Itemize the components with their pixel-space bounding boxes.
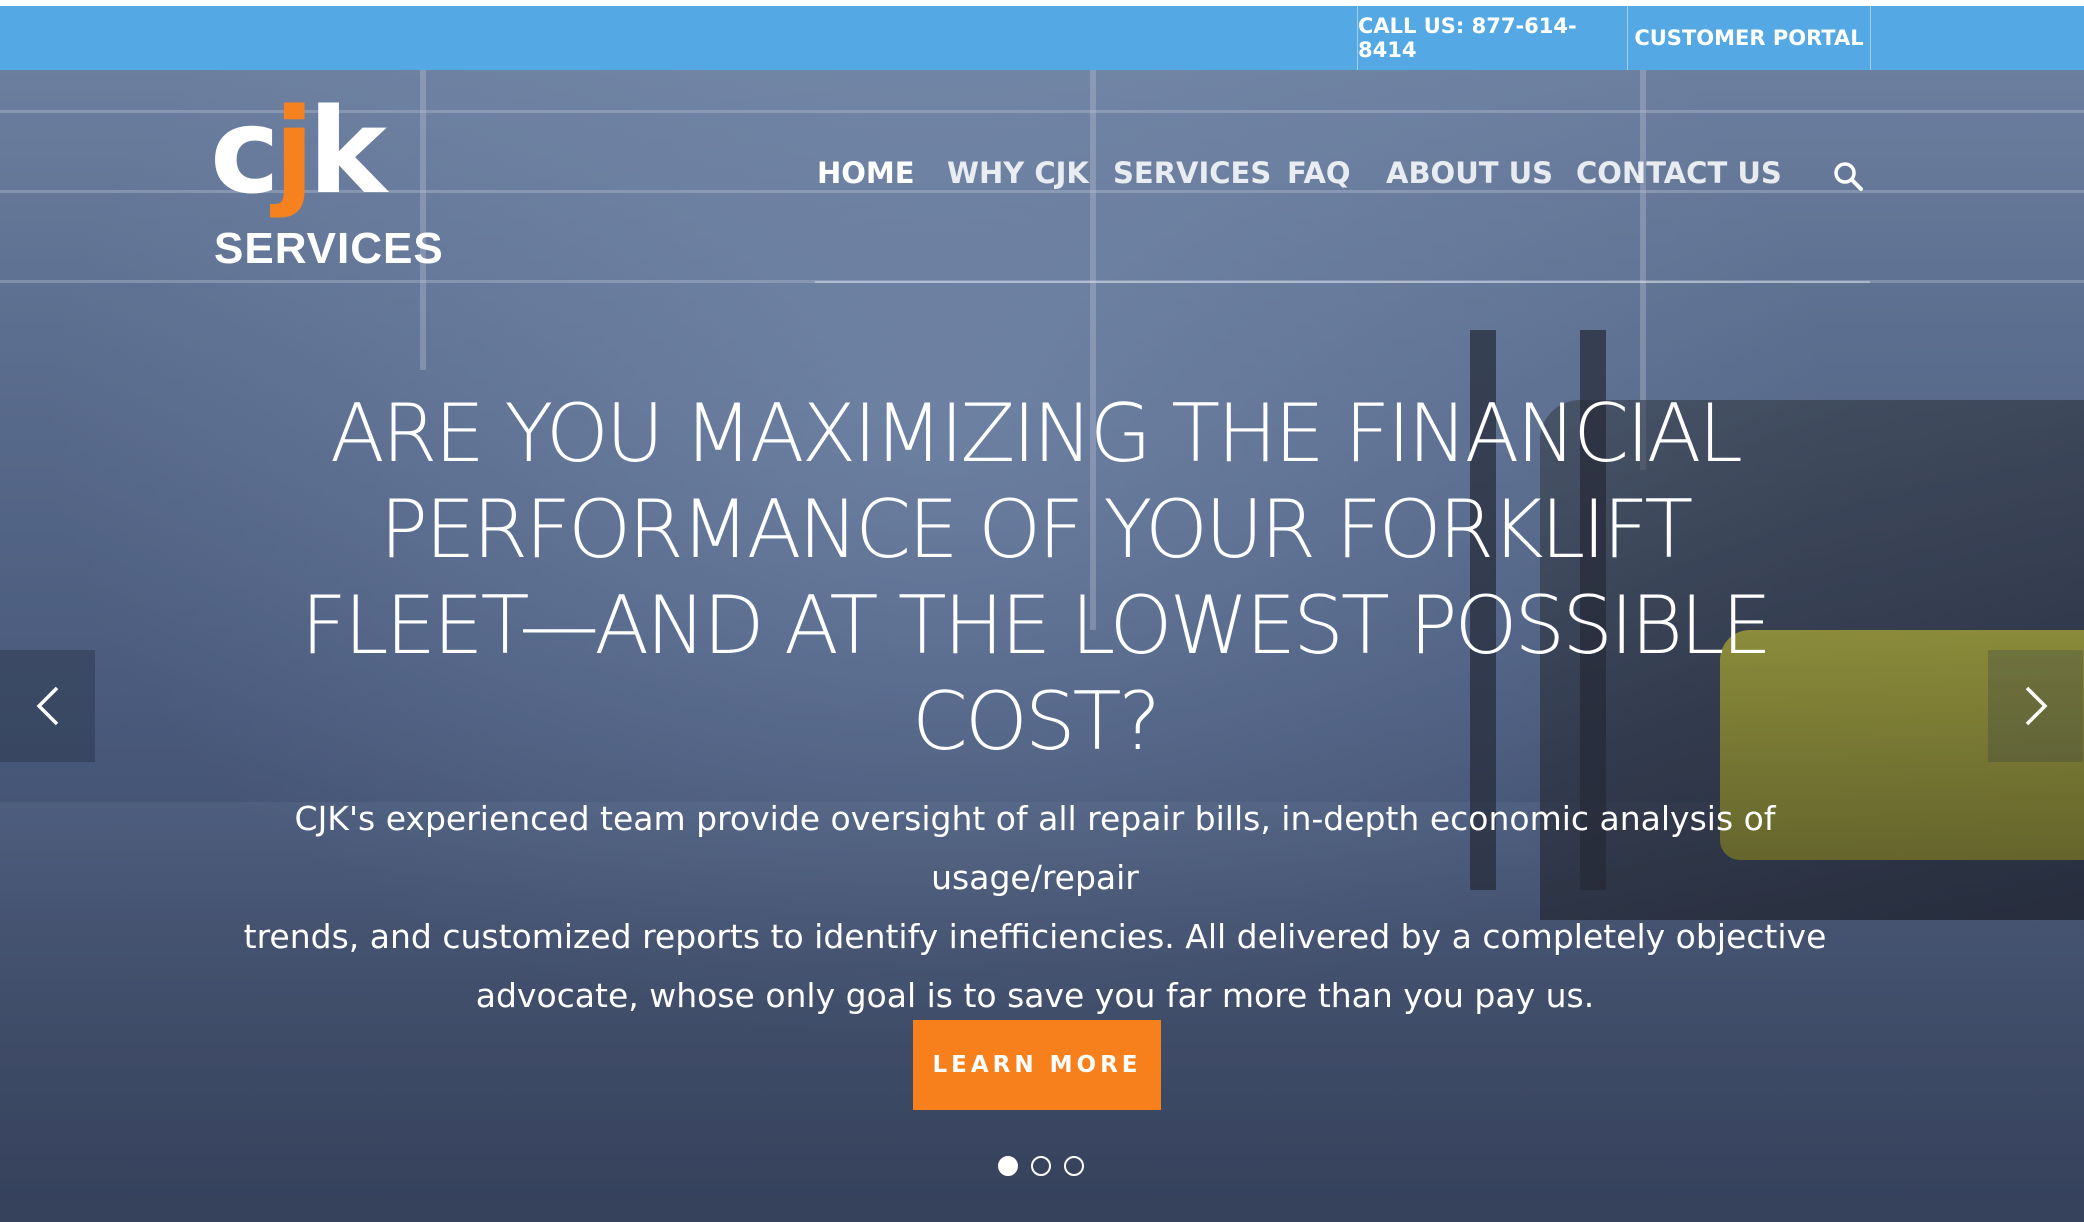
logo-services-text: SERVICES [214, 224, 444, 273]
customer-portal-link[interactable]: CUSTOMER PORTAL [1627, 6, 1871, 70]
headline-line: PERFORMANCE OF YOUR FORKLIFT [379, 483, 1694, 576]
subtext-line: CJK's experienced team provide oversight… [294, 799, 1776, 897]
nav-contact-us[interactable]: CONTACT US [1576, 156, 1782, 190]
slide-dot-1[interactable] [998, 1156, 1018, 1176]
logo-letter-c: c [210, 82, 280, 220]
page-frame: CALL US: 877-614-8414 CUSTOMER PORTAL cj… [0, 6, 2084, 1222]
learn-more-button[interactable]: LEARN MORE [913, 1020, 1161, 1110]
nav-services[interactable]: SERVICES [1113, 156, 1271, 190]
logo-mark: cjk [210, 92, 387, 210]
logo-letter-j: j [273, 82, 315, 220]
hero-headline: ARE YOU MAXIMIZING THE FINANCIAL PERFORM… [260, 386, 1810, 770]
nav-home[interactable]: HOME [817, 156, 915, 190]
hero-subtext: CJK's experienced team provide oversight… [200, 789, 1870, 1025]
subtext-line: advocate, whose only goal is to save you… [475, 976, 1595, 1015]
nav-divider [815, 281, 1870, 283]
call-us-link[interactable]: CALL US: 877-614-8414 [1357, 6, 1628, 70]
slide-dot-3[interactable] [1064, 1156, 1084, 1176]
nav-why-cjk[interactable]: WHY CJK [947, 156, 1089, 190]
logo-letter-k: k [308, 82, 387, 220]
nav-about-us[interactable]: ABOUT US [1386, 156, 1553, 190]
headline-line: FLEET—AND AT THE LOWEST POSSIBLE [300, 579, 1772, 672]
slide-dot-2[interactable] [1031, 1156, 1051, 1176]
cjk-logo[interactable]: cjk SERVICES [210, 92, 443, 273]
top-bar: CALL US: 877-614-8414 CUSTOMER PORTAL [0, 6, 2084, 71]
slider-pagination [998, 1156, 1084, 1178]
search-icon[interactable] [1832, 160, 1864, 192]
headline-line: ARE YOU MAXIMIZING THE FINANCIAL [330, 387, 1743, 480]
headline-line: COST? [912, 675, 1161, 768]
chevron-left-icon [36, 686, 58, 726]
nav-faq[interactable]: FAQ [1287, 156, 1351, 190]
prev-slide-button[interactable] [0, 650, 95, 762]
next-slide-button[interactable] [1988, 650, 2083, 762]
chevron-right-icon [2025, 686, 2047, 726]
subtext-line: trends, and customized reports to identi… [243, 917, 1827, 956]
